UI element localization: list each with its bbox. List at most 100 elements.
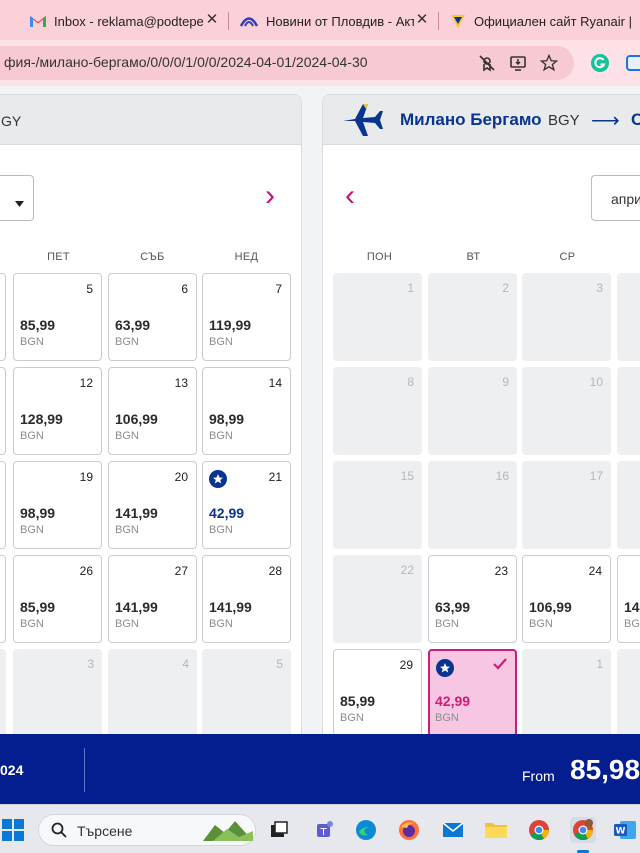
return-destination-city: С [631, 110, 640, 130]
day-price: 14 [624, 599, 640, 615]
day-price: 63,99 [435, 599, 471, 615]
calendar-day-cell[interactable]: 14 BG [617, 555, 640, 643]
calendar-day-cell[interactable]: 26 85,99 BGN [13, 555, 102, 643]
return-origin-code: BGY [548, 112, 580, 129]
day-number: 1 [596, 657, 603, 671]
address-bar: фия-/милано-бергамо/0/0/0/1/0/0/2024-04-… [0, 40, 640, 86]
url-text[interactable]: фия-/милано-бергамо/0/0/0/1/0/0/2024-04-… [4, 54, 368, 70]
search-highlight-image [203, 819, 253, 846]
tab-ryanair[interactable]: Официален сайт Ryanair | [450, 8, 640, 34]
calendar-day-cell[interactable]: 13 106,99 BGN [108, 367, 197, 455]
firefox-icon[interactable] [396, 817, 422, 843]
tracking-off-icon[interactable] [476, 52, 498, 74]
calendar-day-cell-empty [0, 649, 6, 734]
tab-gmail[interactable]: Inbox - reklama@podtepet ✕ [30, 8, 220, 34]
day-number: 13 [174, 376, 188, 390]
edge-icon[interactable] [353, 817, 379, 843]
day-number: 7 [275, 282, 282, 296]
calendar-day-cell[interactable]: 6 63,99 BGN [108, 273, 197, 361]
calendar-day-cell[interactable] [0, 555, 6, 643]
day-name-sat: СЪБ [140, 251, 165, 263]
day-price: 85,99 [20, 599, 56, 615]
day-number: 23 [494, 564, 508, 578]
day-number: 3 [87, 657, 94, 671]
calendar-day-cell[interactable] [0, 461, 6, 549]
calendar-day-cell[interactable]: 28 141,99 BGN [202, 555, 291, 643]
month-dropdown[interactable]: април [591, 175, 640, 221]
route-arrow-icon: ⟶ [591, 110, 620, 132]
day-number: 4 [182, 657, 189, 671]
calendar-day-cell[interactable]: 5 85,99 BGN [13, 273, 102, 361]
calendar-day-cell[interactable]: 12 128,99 BGN [13, 367, 102, 455]
gmail-icon [30, 15, 46, 27]
calendar-day-cell[interactable]: 20 141,99 BGN [108, 461, 197, 549]
next-month-arrow[interactable]: › [265, 181, 275, 211]
tab-gmail-label: Inbox - reklama@podtepet [54, 13, 208, 29]
close-icon[interactable]: ✕ [414, 10, 430, 28]
word-icon[interactable]: W [612, 817, 638, 843]
calendar-day-cell[interactable]: 29 85,99 BGN [333, 649, 422, 734]
day-price: 98,99 [20, 505, 56, 521]
calendar-day-cell[interactable]: 19 98,99 BGN [13, 461, 102, 549]
search-icon [51, 822, 67, 843]
day-number: 9 [502, 375, 509, 389]
calendar-day-cell-empty: 1 [333, 273, 422, 361]
grammarly-icon[interactable] [589, 52, 611, 74]
browser-tab-strip: Inbox - reklama@podtepet ✕ Новини от Пло… [0, 0, 640, 40]
teams-icon[interactable]: T [311, 817, 337, 843]
calendar-day-cell[interactable]: 7 119,99 BGN [202, 273, 291, 361]
outbound-header-code: GY [1, 113, 22, 129]
day-number: 3 [596, 281, 603, 295]
calendar-day-cell[interactable]: 27 141,99 BGN [108, 555, 197, 643]
day-number: 8 [407, 375, 414, 389]
calendar-day-cell-selected[interactable]: 42,99 BGN [428, 649, 517, 734]
day-currency: BG [624, 618, 640, 630]
day-number: 22 [400, 563, 414, 577]
bookmark-star-icon[interactable] [538, 52, 560, 74]
install-app-icon[interactable] [507, 52, 529, 74]
day-currency: BGN [209, 430, 233, 442]
prev-month-arrow[interactable]: ‹ [345, 181, 355, 211]
windows-taskbar: Търсене T W [0, 804, 640, 853]
tab-plovdiv-news[interactable]: Новини от Пловдив - Акт ✕ [240, 8, 430, 34]
chrome-profile-icon[interactable] [570, 817, 596, 843]
day-number: 20 [174, 470, 188, 484]
task-view-icon[interactable] [266, 817, 292, 843]
return-calendar-panel: Милано Бергамо BGY ⟶ С ‹ април ПОН ВТ СР… [322, 94, 640, 734]
day-name-wed: СР [559, 251, 576, 263]
calendar-day-cell-empty [617, 649, 640, 734]
day-currency: BGN [20, 524, 44, 536]
day-number: 19 [79, 470, 93, 484]
checkmark-icon [493, 657, 507, 675]
calendar-day-cell-empty: 8 [333, 367, 422, 455]
taskbar-search-box[interactable]: Търсене [38, 814, 256, 846]
day-number: 5 [86, 282, 93, 296]
windows-start-icon[interactable] [0, 817, 26, 843]
calendar-day-cell[interactable]: 14 98,99 BGN [202, 367, 291, 455]
extension-icon[interactable] [624, 52, 640, 74]
mail-icon[interactable] [440, 817, 466, 843]
calendar-day-cell-empty: 17 [522, 461, 611, 549]
airplane-icon [341, 101, 383, 144]
ryanair-icon [450, 13, 466, 29]
summary-divider [84, 748, 85, 792]
month-dropdown[interactable] [0, 175, 34, 221]
close-icon[interactable]: ✕ [204, 10, 220, 28]
tab-separator [438, 12, 439, 30]
outbound-header: GY [0, 95, 301, 145]
day-currency: BGN [340, 712, 364, 724]
day-price: 85,99 [20, 317, 56, 333]
calendar-day-cell[interactable] [0, 367, 6, 455]
month-dropdown-value: април [611, 191, 640, 207]
day-name-tue: ВТ [466, 251, 481, 263]
file-explorer-icon[interactable] [483, 817, 509, 843]
day-price: 119,99 [209, 317, 252, 333]
tab-separator [228, 12, 229, 30]
chrome-icon[interactable] [526, 817, 552, 843]
calendar-day-cell[interactable] [0, 273, 6, 361]
calendar-day-cell[interactable]: 24 106,99 BGN [522, 555, 611, 643]
calendar-day-cell[interactable]: 21 42,99 BGN [202, 461, 291, 549]
day-price: 106,99 [529, 599, 572, 615]
day-currency: BGN [115, 336, 139, 348]
calendar-day-cell[interactable]: 23 63,99 BGN [428, 555, 517, 643]
